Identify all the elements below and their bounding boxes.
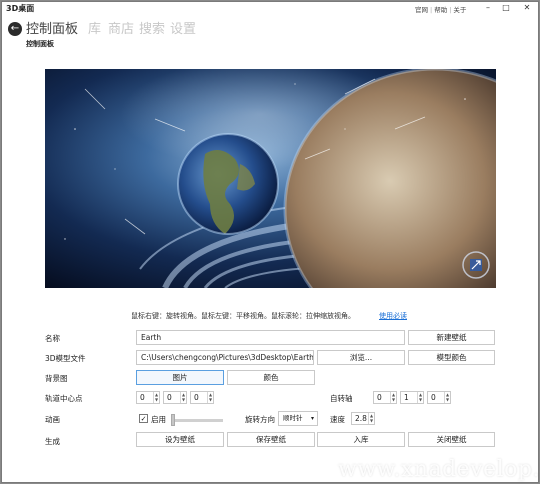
close-icon[interactable]: ✕ bbox=[516, 2, 538, 14]
stepper-arrows-icon[interactable]: ▲ ▼ bbox=[153, 392, 159, 403]
rotation-axis-z-stepper[interactable]: 0 ▲ ▼ bbox=[427, 391, 451, 404]
stepper-arrows-icon[interactable]: ▲ ▼ bbox=[444, 392, 450, 403]
rotation-axis-label: 自转轴 bbox=[330, 394, 353, 403]
top-links: 官网 | 帮助 | 关于 bbox=[415, 6, 467, 14]
watermark-text: www.xnadevelop.com bbox=[338, 457, 539, 482]
link-official-site[interactable]: 官网 bbox=[415, 6, 428, 14]
main-nav: ← 控制面板 库 商店 搜索 设置 bbox=[2, 16, 538, 40]
title-bar: 3D桌面 官网 | 帮助 | 关于 – □ ✕ bbox=[2, 2, 538, 16]
orbit-center-x-stepper[interactable]: 0 ▲ ▼ bbox=[136, 391, 160, 404]
tab-shop[interactable]: 商店 bbox=[108, 18, 134, 37]
animation-label: 动画 bbox=[45, 415, 60, 424]
name-label: 名称 bbox=[45, 334, 60, 343]
save-wallpaper-button[interactable]: 保存壁纸 bbox=[227, 432, 315, 447]
model-file-label: 3D模型文件 bbox=[45, 354, 86, 363]
app-window: 3D桌面 官网 | 帮助 | 关于 – □ ✕ ← 控制面板 库 商店 搜索 设置 控制… bbox=[1, 1, 539, 483]
name-input[interactable]: Earth bbox=[136, 330, 405, 345]
model-color-button[interactable]: 模型颜色 bbox=[408, 350, 495, 365]
mouse-hint-text: 鼠标右键：旋转视角。鼠标左键：平移视角。鼠标滚轮：拉伸缩放视角。 bbox=[131, 312, 355, 320]
stepper-arrows-icon[interactable]: ▲ ▼ bbox=[417, 392, 423, 403]
stepper-arrows-icon[interactable]: ▲ ▼ bbox=[390, 392, 396, 403]
orbit-center-label: 轨道中心点 bbox=[45, 394, 83, 403]
stepper-arrows-icon[interactable]: ▲ ▼ bbox=[180, 392, 186, 403]
breadcrumb: 控制面板 bbox=[26, 40, 54, 48]
tab-library[interactable]: 库 bbox=[88, 18, 101, 37]
background-label: 背景图 bbox=[45, 374, 68, 383]
tab-settings[interactable]: 设置 bbox=[170, 18, 196, 37]
set-wallpaper-button[interactable]: 设为壁纸 bbox=[136, 432, 224, 447]
model-file-path-input[interactable]: C:\Users\chengcong\Pictures\3dDesktop\Ea… bbox=[136, 350, 314, 365]
tab-search[interactable]: 搜索 bbox=[139, 18, 165, 37]
orbit-center-y-stepper[interactable]: 0 ▲ ▼ bbox=[163, 391, 187, 404]
back-arrow-icon[interactable]: ← bbox=[8, 22, 22, 36]
maximize-icon[interactable]: □ bbox=[498, 2, 514, 14]
generate-label: 生成 bbox=[45, 437, 60, 446]
add-to-library-button[interactable]: 入库 bbox=[317, 432, 405, 447]
link-help[interactable]: 帮助 bbox=[434, 6, 447, 14]
space-scene-image bbox=[45, 69, 496, 288]
enable-animation-checkbox[interactable]: ✓ bbox=[139, 414, 148, 423]
app-title: 3D桌面 bbox=[6, 4, 35, 13]
3d-preview-viewport[interactable] bbox=[45, 69, 496, 288]
rotation-direction-select[interactable]: 顺时针 ▾ bbox=[278, 411, 318, 426]
close-wallpaper-button[interactable]: 关闭壁纸 bbox=[408, 432, 495, 447]
link-about[interactable]: 关于 bbox=[453, 6, 466, 14]
rotation-axis-y-stepper[interactable]: 1 ▲ ▼ bbox=[400, 391, 424, 404]
rotation-direction-label: 旋转方向 bbox=[245, 415, 275, 424]
tab-control-panel[interactable]: 控制面板 bbox=[26, 18, 78, 37]
background-color-button[interactable]: 颜色 bbox=[227, 370, 315, 385]
new-wallpaper-button[interactable]: 新建壁纸 bbox=[408, 330, 495, 345]
speed-label: 速度 bbox=[330, 415, 345, 424]
animation-slider-track[interactable] bbox=[172, 419, 223, 422]
chevron-down-icon: ▾ bbox=[310, 415, 314, 422]
background-image-button[interactable]: 图片 bbox=[136, 370, 224, 385]
speed-stepper[interactable]: 2.8 ▲ ▼ bbox=[351, 412, 375, 425]
rotation-axis-x-stepper[interactable]: 0 ▲ ▼ bbox=[373, 391, 397, 404]
stepper-arrows-icon[interactable]: ▲ ▼ bbox=[207, 392, 213, 403]
stepper-arrows-icon[interactable]: ▲ ▼ bbox=[368, 413, 374, 424]
orbit-center-z-stepper[interactable]: 0 ▲ ▼ bbox=[190, 391, 214, 404]
rotate-view-icon[interactable] bbox=[461, 250, 491, 280]
animation-slider-thumb[interactable] bbox=[171, 414, 175, 426]
minimize-icon[interactable]: – bbox=[480, 2, 496, 14]
read-me-link[interactable]: 使用必读 bbox=[379, 311, 407, 321]
browse-button[interactable]: 浏览... bbox=[317, 350, 405, 365]
enable-label: 启用 bbox=[151, 415, 166, 424]
